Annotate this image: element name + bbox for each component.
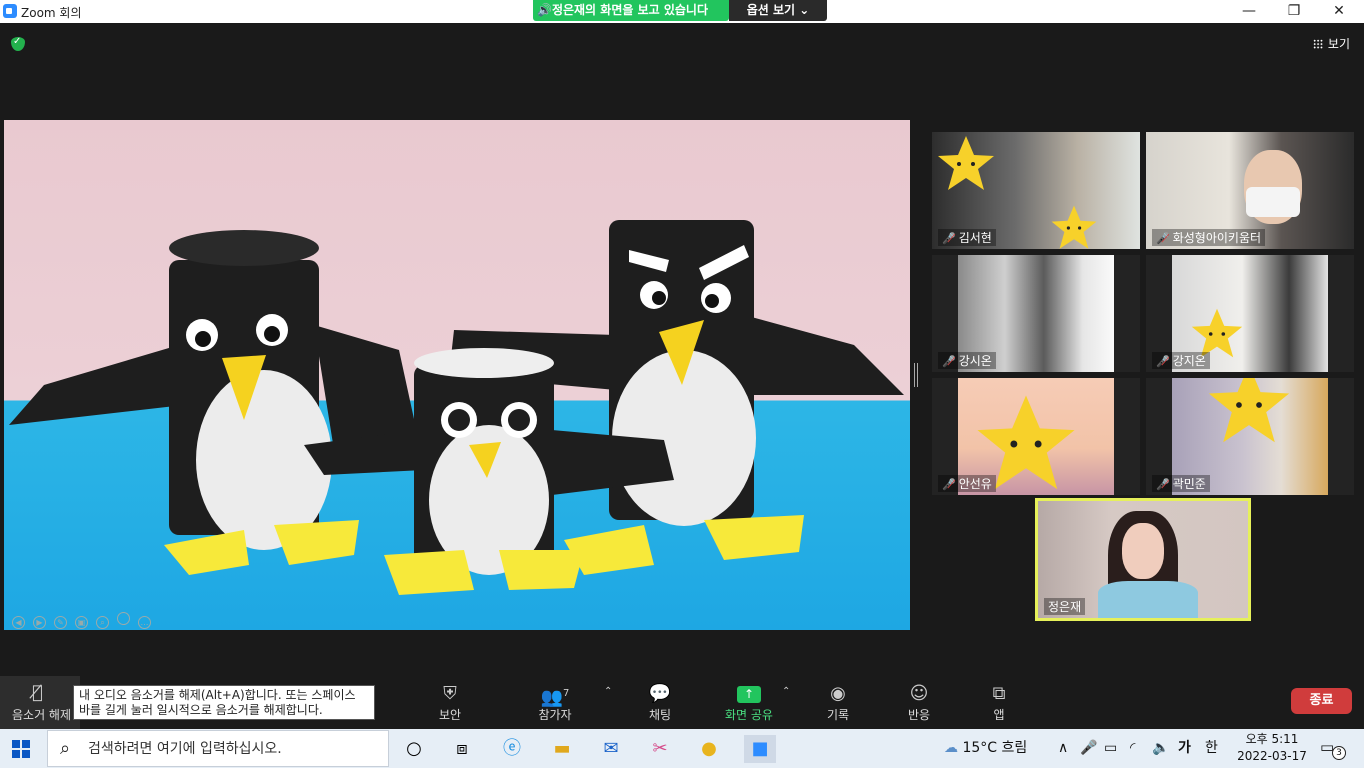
ime-mode-indicator[interactable]: 한 [1205, 729, 1218, 768]
notification-center-icon[interactable]: ▭ 3 [1320, 738, 1346, 760]
person-body [1098, 581, 1198, 618]
reactions-button[interactable]: ☺ 반응 [889, 682, 949, 723]
muted-mic-icon: 🎤̸ [942, 478, 956, 491]
annotation-toolbar: ◀ ▶ ✎ ▣ ⌕ … [12, 610, 159, 629]
view-layout-button[interactable]: 보기 [1312, 35, 1350, 52]
more-icon[interactable]: … [138, 616, 151, 629]
zoom-app-icon [3, 4, 17, 18]
face-mask [1246, 187, 1300, 217]
restore-button[interactable]: ❐ [1271, 0, 1317, 23]
participant-name: 정은재 [1044, 598, 1086, 615]
cortana-icon[interactable]: ○ [400, 735, 428, 763]
participant-tile[interactable]: 🎤̸ 화성형아이키움터 [1146, 132, 1354, 249]
task-view-icon[interactable]: ⧈ [448, 735, 476, 763]
mail-icon[interactable]: ✉ [597, 735, 625, 763]
zoom-icon[interactable]: ⌕ [96, 616, 109, 629]
microphone-icon[interactable]: 🎤 [1080, 729, 1097, 768]
close-button[interactable]: ✕ [1316, 0, 1362, 23]
participant-tile[interactable]: 🎤̸ 안선유 [932, 378, 1140, 495]
save-icon[interactable]: ▣ [75, 616, 88, 629]
prev-page-icon[interactable]: ◀ [12, 616, 25, 629]
participant-name: 🎤̸ 강시온 [938, 352, 996, 369]
participants-button[interactable]: 👥7 참가자 [525, 682, 585, 723]
muted-mic-icon: 🎤̸ [1156, 232, 1170, 245]
participant-tile[interactable]: 🎤̸ 강시온 [932, 255, 1140, 372]
kakaotalk-icon[interactable]: ● [695, 735, 723, 763]
ime-indicator[interactable]: 가 [1178, 729, 1191, 768]
unmute-label: 음소거 해제 [12, 708, 72, 722]
participant-name: 🎤̸ 김서현 [938, 229, 996, 246]
windows-start-button[interactable] [12, 740, 30, 758]
muted-mic-icon: 🎤̸ [1156, 355, 1170, 368]
share-caret-icon[interactable]: ⌃ [782, 686, 790, 697]
participant-name: 🎤̸ 안선유 [938, 475, 996, 492]
minimize-button[interactable]: — [1226, 0, 1272, 23]
cloud-icon: ☁ [944, 740, 958, 756]
apps-button[interactable]: ⧉ 앱 [969, 682, 1029, 723]
people-icon: 👥7 [540, 687, 570, 708]
next-page-icon[interactable]: ▶ [33, 616, 46, 629]
grid-icon [1312, 39, 1323, 49]
star-emoji-icon [1208, 378, 1290, 443]
star-emoji-icon [938, 136, 994, 190]
muted-mic-icon: 🎤̸ [1156, 478, 1170, 491]
record-button[interactable]: ◉ 기록 [808, 682, 868, 723]
volume-icon[interactable]: 🔈 [1152, 729, 1169, 768]
chat-bubble-icon: 💬 [648, 683, 672, 704]
pen-icon[interactable]: ✎ [54, 616, 67, 629]
battery-icon[interactable]: ▭ [1104, 729, 1117, 768]
active-speaker-tile[interactable]: 정은재 [1035, 498, 1251, 621]
view-label: 보기 [1327, 37, 1350, 51]
participant-name: 🎤̸ 화성형아이키움터 [1152, 229, 1266, 246]
shared-content-image [9, 220, 904, 595]
search-icon: ⌕ [60, 738, 71, 759]
panel-splitter-handle[interactable] [914, 363, 918, 387]
snipping-tool-icon[interactable]: ✂ [646, 735, 674, 763]
share-screen-button[interactable]: ↑ 화면 공유 [716, 682, 782, 723]
participant-name: 🎤̸ 강지온 [1152, 352, 1210, 369]
windows-taskbar: ⌕ 검색하려면 여기에 입력하십시오. ○ ⧈ ⓔ ▬ ✉ ✂ ● ■ ☁ 15°… [0, 729, 1364, 768]
screen-share-banner: 🔊정은재의 화면을 보고 있습니다 [533, 0, 729, 21]
shield-icon: ⛨ [443, 683, 457, 704]
participants-caret-icon[interactable]: ⌃ [604, 686, 612, 697]
blank-icon[interactable] [117, 612, 130, 625]
muted-mic-icon: 🎤̸ [942, 355, 956, 368]
title-bar: Zoom 회의 🔊정은재의 화면을 보고 있습니다 옵션 보기 ⌄ — ❐ ✕ [0, 0, 1364, 23]
participant-name: 🎤̸ 곽민준 [1152, 475, 1210, 492]
apps-icon: ⧉ [992, 683, 1006, 704]
muted-mic-icon: 🎤̸ [942, 232, 956, 245]
view-options-button[interactable]: 옵션 보기 ⌄ [729, 0, 827, 21]
security-button[interactable]: ⛨ 보안 [420, 682, 480, 723]
unmute-button[interactable]: 🎙̸ 음소거 해제 [0, 676, 80, 729]
emoji-plus-icon: ☺ [909, 683, 929, 704]
unmute-tooltip: 내 오디오 음소거를 해제(Alt+A)합니다. 또는 스페이스 바를 길게 눌… [73, 685, 375, 720]
chat-button[interactable]: 💬 채팅 [630, 682, 690, 723]
meeting-area: 보기 [0, 23, 1364, 729]
participant-tile[interactable]: 🎤̸ 김서현 [932, 132, 1140, 249]
end-meeting-button[interactable]: 종료 [1291, 688, 1352, 714]
encryption-shield-icon[interactable] [11, 36, 25, 51]
file-explorer-icon[interactable]: ▬ [548, 735, 576, 763]
shared-screen[interactable]: ◀ ▶ ✎ ▣ ⌕ … [4, 120, 910, 630]
taskbar-clock[interactable]: 오후 5:11 2022-03-17 [1232, 731, 1312, 765]
tray-overflow-icon[interactable]: ∧ [1058, 729, 1068, 768]
taskbar-search-box[interactable]: ⌕ 검색하려면 여기에 입력하십시오. [47, 730, 389, 767]
window-title: Zoom 회의 [21, 6, 82, 20]
internet-explorer-icon[interactable]: ⓔ [498, 735, 526, 763]
participant-tile[interactable]: 🎤̸ 곽민준 [1146, 378, 1354, 495]
share-arrow-icon: ↑ [737, 685, 761, 703]
zoom-taskbar-icon[interactable]: ■ [744, 735, 776, 763]
star-emoji-icon [1051, 205, 1097, 249]
record-icon: ◉ [830, 683, 846, 704]
weather-widget[interactable]: ☁ 15°C 흐림 [944, 729, 1027, 768]
network-icon[interactable]: ◜ [1130, 729, 1135, 768]
person-face [1122, 523, 1164, 579]
muted-mic-icon: 🎙̸ [32, 682, 43, 703]
participant-tile[interactable]: 🎤̸ 강지온 [1146, 255, 1354, 372]
